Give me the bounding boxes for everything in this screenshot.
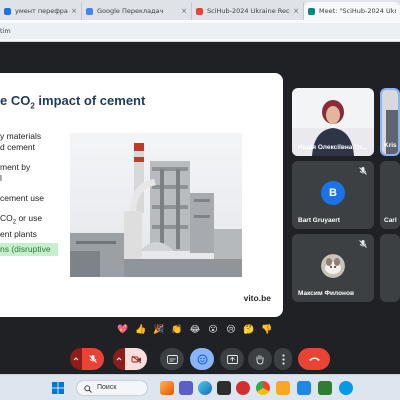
close-icon[interactable]: × — [71, 7, 77, 15]
participant-name: Максим Филонов — [298, 290, 354, 297]
tab-label: Meet: "SciHub-2024 Ukrai — [319, 7, 396, 15]
closed-captions-icon — [166, 354, 178, 364]
bullet-co: CO — [0, 213, 13, 223]
meeting-controls — [0, 347, 400, 373]
search-icon — [84, 385, 92, 393]
participant-tile-nadiia[interactable]: Надія Олексіївна Го... — [292, 88, 374, 156]
mic-off-icon — [359, 240, 367, 248]
reaction-laugh[interactable]: 😂 — [189, 325, 201, 335]
bullet-line: l — [0, 173, 2, 183]
reaction-party[interactable]: 🎉 — [153, 325, 165, 335]
app-icon-opera[interactable] — [236, 381, 250, 395]
participant-tile-carl[interactable]: Carl — [380, 161, 400, 229]
reaction-sad[interactable]: 😢 — [225, 325, 237, 335]
gmail-icon — [196, 7, 203, 15]
app-icon-excel[interactable] — [318, 381, 332, 395]
reaction-thinking[interactable]: 🤔 — [243, 325, 255, 335]
more-options-button[interactable] — [274, 348, 292, 370]
raise-hand-button[interactable] — [248, 348, 272, 370]
participant-avatar-photo — [321, 254, 345, 278]
slide-bullets: y materials d cement ment by l cement us… — [0, 131, 70, 256]
chevron-up-icon — [73, 357, 79, 361]
hang-up-icon — [308, 357, 320, 361]
hand-icon — [256, 354, 264, 364]
mic-off-icon — [89, 355, 97, 363]
participant-tile-maksym[interactable]: Максим Филонов — [292, 234, 374, 302]
tab-label: SciHub-2024 Ukraine Recovery — [207, 7, 290, 15]
bullet-line: ent plants — [0, 228, 37, 239]
captions-button[interactable] — [160, 348, 184, 370]
participant-tile-partial[interactable] — [380, 234, 400, 302]
bullet-line: y materials — [0, 131, 42, 141]
taskbar-search[interactable]: Поиск — [76, 380, 148, 396]
participant-tile-kris[interactable]: Kris — [380, 88, 400, 156]
reaction-thumbs-up[interactable]: 👍 — [135, 325, 147, 335]
app-icon-photos[interactable] — [160, 381, 174, 395]
taskbar-search-placeholder: Поиск — [97, 384, 117, 391]
emoji-icon — [197, 354, 207, 364]
app-icon-explorer[interactable] — [276, 381, 290, 395]
highlighted-bullet: ns (disruptive — [0, 242, 58, 256]
tab-label: умент перефразування ▾ — [15, 7, 68, 15]
app-icon-edge[interactable] — [198, 381, 212, 395]
address-bar[interactable]: tim — [0, 23, 400, 39]
participant-name: Kris — [384, 142, 397, 149]
leave-call-button[interactable] — [298, 348, 330, 370]
camera-options-button[interactable] — [113, 348, 125, 370]
app-icon-teams[interactable] — [179, 381, 193, 395]
slide-title-rest: impact of cement — [34, 93, 146, 108]
docs-icon — [4, 7, 11, 15]
reaction-clap[interactable]: 👏 — [171, 325, 183, 335]
slide-title: e CO2 impact of cement — [0, 93, 145, 111]
reactions-button[interactable] — [190, 348, 214, 370]
participant-name: Bart Gruyaert — [298, 217, 340, 224]
close-icon[interactable]: × — [181, 7, 187, 15]
bullet-line: CO2 or use — [0, 213, 70, 229]
windows-taskbar: Поиск — [0, 374, 400, 400]
chevron-up-icon — [116, 357, 122, 361]
app-icon-telegram[interactable] — [339, 381, 353, 395]
tab-meet[interactable]: Meet: "SciHub-2024 Ukrai — [304, 2, 400, 20]
cement-plant-photo — [70, 133, 242, 277]
browser-tab-strip: умент перефразування ▾ × Google Переклад… — [0, 0, 400, 20]
tab-paraphrase[interactable]: умент перефразування ▾ × — [0, 2, 82, 20]
participant-name: Carl — [384, 217, 397, 224]
app-icon-word[interactable] — [297, 381, 311, 395]
meet-stage: e CO2 impact of cement y materials d cem… — [0, 43, 400, 373]
slide-title-main: e CO — [0, 93, 31, 108]
tab-label: Google Перекладач — [97, 7, 164, 15]
meet-icon — [308, 7, 315, 15]
camera-off-icon — [131, 355, 141, 363]
mic-toggle-button[interactable] — [82, 348, 104, 370]
tab-google-translate[interactable]: Google Перекладач × — [82, 2, 192, 20]
reaction-surprised[interactable]: 😮 — [207, 325, 219, 335]
reactions-bar: 💖 👍 🎉 👏 😂 😮 😢 🤔 👎 — [117, 325, 273, 335]
slide-brand-footer: vito.be — [243, 293, 271, 303]
presentation-slide: e CO2 impact of cement y materials d cem… — [0, 73, 283, 317]
mic-off-icon — [359, 167, 367, 175]
bullet-line: cement use — [0, 193, 44, 203]
participant-name: Надія Олексіївна Го... — [298, 144, 367, 151]
mic-options-button[interactable] — [70, 348, 82, 370]
windows-start-icon[interactable] — [52, 382, 64, 394]
participant-avatar: B — [321, 181, 345, 205]
cement-plant-illustration — [70, 133, 242, 277]
tab-gmail[interactable]: SciHub-2024 Ukraine Recovery × — [192, 2, 304, 20]
translate-icon — [86, 7, 93, 15]
camera-toggle-button[interactable] — [125, 348, 147, 370]
bullet-rest: or use — [16, 213, 43, 223]
close-icon[interactable]: × — [293, 7, 299, 15]
app-icon-chrome[interactable] — [256, 381, 270, 395]
app-icon-terminal[interactable] — [217, 381, 231, 395]
bullet-line: ment by — [0, 162, 31, 172]
present-icon — [226, 354, 238, 364]
address-bar-row: tim — [0, 20, 400, 42]
bullet-line: d cement — [0, 142, 35, 152]
more-vert-icon — [281, 353, 285, 365]
participant-tile-bart[interactable]: B Bart Gruyaert — [292, 161, 374, 229]
reaction-heart[interactable]: 💖 — [117, 325, 129, 335]
reaction-thumbs-down[interactable]: 👎 — [261, 325, 273, 335]
present-screen-button[interactable] — [220, 348, 244, 370]
